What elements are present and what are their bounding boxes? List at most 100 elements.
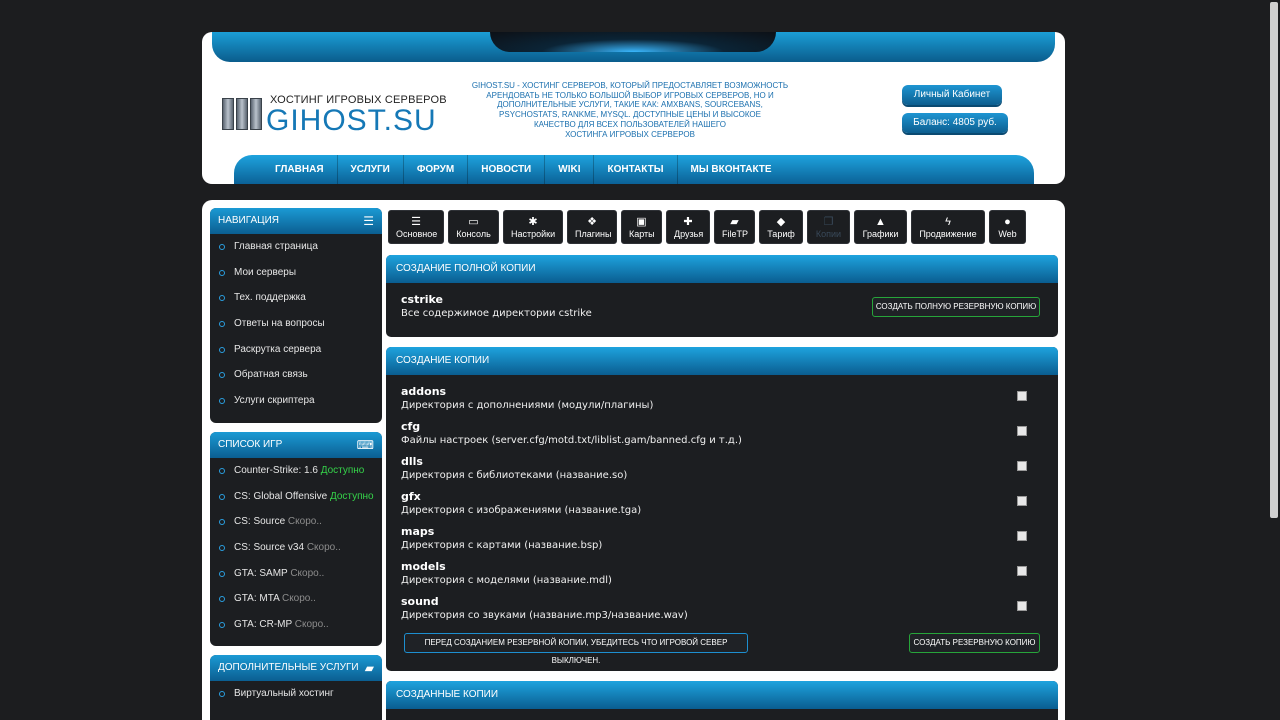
- maps-checkbox[interactable]: [1017, 531, 1027, 541]
- site-header: ХОСТИНГ ИГРОВЫХ СЕРВЕРОВ GIHOST.SU GIHOS…: [202, 32, 1065, 184]
- status-badge: Доступно: [329, 490, 374, 502]
- globe-icon: ●: [1004, 216, 1011, 228]
- gamepad-icon: ⌨: [356, 438, 374, 452]
- menu-icon[interactable]: ☰: [363, 208, 374, 234]
- nav-vkontakte[interactable]: МЫ ВКОНТАКТЕ: [678, 155, 785, 184]
- created-copies-header: СОЗДАННЫЕ КОПИИ: [386, 681, 1058, 709]
- image-icon: ▣: [636, 216, 647, 228]
- list-item: gfx Директория с изображениями (название…: [401, 490, 1041, 525]
- list-item: dlls Директория с библиотеками (название…: [401, 455, 1041, 490]
- server-rack-icon: [222, 98, 264, 130]
- tab-main[interactable]: ☰ Основное: [388, 210, 444, 244]
- cubes-icon: ❖: [587, 216, 597, 228]
- list-item: maps Директория с картами (название.bsp): [401, 525, 1041, 560]
- navigation-box: НАВИГАЦИЯ ☰ Главная страница Мои серверы…: [210, 208, 382, 423]
- sound-checkbox[interactable]: [1017, 601, 1027, 611]
- tab-console[interactable]: ▭ Консоль: [448, 210, 499, 244]
- create-full-backup-button[interactable]: СОЗДАТЬ ПОЛНУЮ РЕЗЕРВНУЮ КОПИЮ: [872, 297, 1040, 317]
- chart-icon: ▲: [875, 216, 886, 228]
- sidebar-item-support[interactable]: Тех. поддержка: [210, 285, 382, 311]
- extra-services-header: ДОПОЛНИТЕЛЬНЫЕ УСЛУГИ ▰: [210, 655, 382, 681]
- nav-contacts[interactable]: КОНТАКТЫ: [594, 155, 678, 184]
- nav-home[interactable]: ГЛАВНАЯ: [262, 155, 338, 184]
- list-item: sound Директория со звуками (название.mp…: [401, 595, 1041, 630]
- game-item[interactable]: GTA: SAMP Скоро..: [210, 561, 382, 587]
- sidebar-item-my-servers[interactable]: Мои серверы: [210, 260, 382, 286]
- server-toolbar: ☰ Основное ▭ Консоль ✱ Настройки ❖ Плагины ▣…: [388, 210, 1030, 244]
- full-copy-header: СОЗДАНИЕ ПОЛНОЙ КОПИИ: [386, 255, 1058, 283]
- dropbox-icon: ◆: [776, 216, 786, 228]
- game-item[interactable]: Counter-Strike: 1.6 Доступно: [210, 458, 382, 484]
- game-item[interactable]: GTA: CR-MP Скоро..: [210, 612, 382, 638]
- tab-copies[interactable]: ❐ Копии: [807, 210, 850, 244]
- game-item[interactable]: GTA: MTA Скоро..: [210, 586, 382, 612]
- sidebar-item-feedback[interactable]: Обратная связь: [210, 362, 382, 388]
- sidebar-item-virtual-hosting[interactable]: Виртуальный хостинг: [210, 681, 382, 707]
- status-badge: Доступно: [320, 465, 365, 476]
- bolt-icon: ϟ: [945, 216, 951, 228]
- dlls-checkbox[interactable]: [1017, 461, 1027, 471]
- tab-filetp[interactable]: ▰ FileTP: [714, 210, 755, 244]
- nav-services[interactable]: УСЛУГИ: [338, 155, 404, 184]
- games-header: СПИСОК ИГР ⌨: [210, 432, 382, 458]
- full-copy-dir-name: cstrike: [401, 293, 444, 306]
- server-off-warning: ПЕРЕД СОЗДАНИЕМ РЕЗЕРВНОЙ КОПИИ, УБЕДИТЕ…: [404, 633, 748, 665]
- tab-maps[interactable]: ▣ Карты: [621, 210, 662, 244]
- tab-friends[interactable]: ✚ Друзья: [666, 210, 710, 244]
- models-checkbox[interactable]: [1017, 566, 1027, 576]
- status-badge: Скоро..: [290, 567, 325, 579]
- main-nav: ГЛАВНАЯ УСЛУГИ ФОРУМ НОВОСТИ WIKI КОНТАК…: [234, 155, 1034, 184]
- page-scrollbar[interactable]: [1268, 0, 1280, 720]
- nav-news[interactable]: НОВОСТИ: [468, 155, 546, 184]
- tab-web[interactable]: ● Web: [989, 210, 1026, 244]
- content-area: НАВИГАЦИЯ ☰ Главная страница Мои серверы…: [202, 200, 1065, 720]
- nav-wiki[interactable]: WIKI: [545, 155, 595, 184]
- copy-panel: СОЗДАНИЕ КОПИИ addons Директория с допол…: [386, 347, 1058, 671]
- folder-icon: ▰: [730, 216, 739, 228]
- game-item[interactable]: CS: Source v34 Скоро..: [210, 535, 382, 561]
- tab-settings[interactable]: ✱ Настройки: [503, 210, 563, 244]
- status-badge: Скоро..: [281, 593, 316, 605]
- game-item[interactable]: CS: Global Offensive Доступно: [210, 484, 382, 510]
- game-item[interactable]: CS: Source Скоро..: [210, 509, 382, 535]
- sidebar-item-scripter[interactable]: Услуги скриптера: [210, 388, 382, 414]
- sidebar-item-home[interactable]: Главная страница: [210, 234, 382, 260]
- status-badge: Скоро..: [306, 542, 341, 554]
- sidebar-item-faq[interactable]: Ответы на вопросы: [210, 311, 382, 337]
- tab-plugins[interactable]: ❖ Плагины: [567, 210, 617, 244]
- status-badge: Скоро..: [294, 619, 329, 631]
- site-logo[interactable]: ХОСТИНГ ИГРОВЫХ СЕРВЕРОВ GIHOST.SU: [222, 94, 447, 137]
- create-backup-button[interactable]: СОЗДАТЬ РЕЗЕРВНУЮ КОПИЮ: [909, 633, 1040, 653]
- logo-name: GIHOST.SU: [266, 104, 437, 137]
- addons-checkbox[interactable]: [1017, 391, 1027, 401]
- user-plus-icon: ✚: [683, 216, 693, 228]
- games-box: СПИСОК ИГР ⌨ Counter-Strike: 1.6 Доступн…: [210, 432, 382, 646]
- full-copy-dir-desc: Все содержимое директории cstrike: [401, 308, 592, 319]
- scrollbar-thumb[interactable]: [1270, 2, 1278, 518]
- gfx-checkbox[interactable]: [1017, 496, 1027, 506]
- sidebar-item-promotion[interactable]: Раскрутка сервера: [210, 337, 382, 363]
- tab-promotion[interactable]: ϟ Продвижение: [911, 210, 985, 244]
- folder-icon: ▰: [364, 661, 374, 675]
- copy-icon: ❐: [823, 216, 834, 228]
- cfg-checkbox[interactable]: [1017, 426, 1027, 436]
- created-copies-panel: СОЗДАННЫЕ КОПИИ: [386, 681, 1058, 720]
- list-icon: ☰: [411, 216, 421, 228]
- list-item: addons Директория с дополнениями (модули…: [401, 385, 1041, 420]
- tab-charts[interactable]: ▲ Графики: [854, 210, 907, 244]
- gear-icon: ✱: [528, 216, 538, 228]
- list-item: cfg Файлы настроек (server.cfg/motd.txt/…: [401, 420, 1041, 455]
- personal-cabinet-button[interactable]: Личный Кабинет: [902, 85, 1002, 105]
- header-glow: [490, 32, 776, 52]
- status-badge: Скоро..: [287, 516, 322, 528]
- navigation-header: НАВИГАЦИЯ ☰: [210, 208, 382, 234]
- extra-services-box: ДОПОЛНИТЕЛЬНЫЕ УСЛУГИ ▰ Виртуальный хост…: [210, 655, 382, 720]
- monitor-icon: ▭: [468, 216, 479, 228]
- tab-tariff[interactable]: ◆ Тариф: [759, 210, 803, 244]
- copy-header: СОЗДАНИЕ КОПИИ: [386, 347, 1058, 375]
- full-copy-panel: СОЗДАНИЕ ПОЛНОЙ КОПИИ cstrike Все содерж…: [386, 255, 1058, 337]
- nav-forum[interactable]: ФОРУМ: [404, 155, 469, 184]
- site-description: GIHOST.SU - ХОСТИНГ СЕРВЕРОВ, КОТОРЫЙ ПР…: [471, 81, 789, 139]
- list-item: models Директория с моделями (название.m…: [401, 560, 1041, 595]
- balance-button[interactable]: Баланс: 4805 руб.: [902, 113, 1008, 133]
